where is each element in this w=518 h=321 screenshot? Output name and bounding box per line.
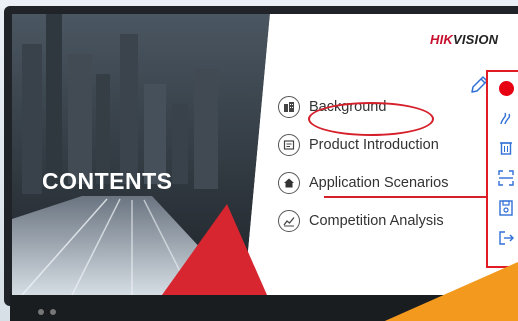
contents-item-application-scenarios[interactable]: Application Scenarios (278, 170, 448, 196)
presentation-screen: CONTENTS HIKVISION Background Product In… (12, 14, 518, 295)
building-icon (278, 96, 300, 118)
slide-title: CONTENTS (42, 168, 173, 194)
home-icon (278, 172, 300, 194)
contents-item-label: Application Scenarios (309, 175, 449, 191)
hikvision-logo: HIKVISION (430, 32, 499, 47)
record-icon (498, 80, 514, 96)
save-icon (499, 200, 513, 216)
screenshot-button[interactable] (496, 168, 516, 188)
document-icon (278, 134, 300, 156)
trash-icon (500, 142, 512, 155)
contents-item-label: Competition Analysis (309, 213, 444, 229)
contents-item-competition-analysis[interactable]: Competition Analysis (278, 208, 444, 234)
chart-icon (278, 210, 300, 232)
pen-tool-button[interactable] (496, 108, 516, 128)
ink-circle-annotation (308, 102, 434, 136)
clear-button[interactable] (496, 138, 516, 158)
orange-decoration (384, 262, 518, 321)
save-button[interactable] (496, 198, 516, 218)
ink-underline-annotation (324, 196, 500, 198)
exit-icon (499, 231, 514, 245)
screenshot-icon (498, 170, 514, 186)
annotation-toolbar (486, 70, 518, 268)
indicator-dot (50, 309, 56, 315)
record-button[interactable] (496, 78, 516, 98)
photo-frame: CONTENTS HIKVISION Background Product In… (0, 0, 518, 321)
indicator-dot (38, 309, 44, 315)
contents-item-label: Product Introduction (309, 137, 439, 153)
exit-button[interactable] (496, 228, 516, 248)
pen-icon (500, 112, 511, 125)
city-highway-image (12, 14, 302, 295)
contents-item-product-introduction[interactable]: Product Introduction (278, 132, 439, 158)
